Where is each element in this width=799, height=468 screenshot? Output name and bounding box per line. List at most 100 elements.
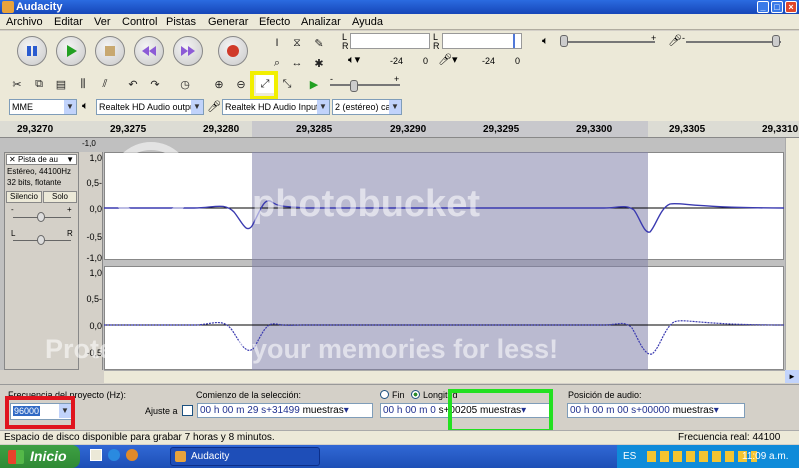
menu-ayuda[interactable]: Ayuda xyxy=(352,15,383,29)
menu-archivo[interactable]: Archivo xyxy=(6,15,43,29)
minimize-button[interactable]: _ xyxy=(757,1,769,13)
pan-right-label: R xyxy=(67,229,73,238)
ruler-tick: 29,3310 xyxy=(762,124,799,135)
sync-lock-icon[interactable]: ◷ xyxy=(176,75,194,93)
channels-dropdown[interactable]: 2 (estéreo) ca ▼ xyxy=(332,99,402,115)
menu-ver[interactable]: Ver xyxy=(94,15,111,29)
close-button[interactable]: × xyxy=(785,1,797,13)
ruler-tick: 29,3295 xyxy=(483,124,520,135)
start-label: Inicio xyxy=(30,448,67,464)
snap-to-checkbox[interactable] xyxy=(182,405,193,416)
waveform-path-left xyxy=(104,200,784,233)
output-device-dropdown[interactable]: Realtek HD Audio outpu ▼ xyxy=(96,99,204,115)
chevron-down-icon: ▼ xyxy=(64,100,76,114)
solo-button[interactable]: Solo xyxy=(43,191,77,203)
window-title: Audacity xyxy=(16,1,63,13)
skip-end-button[interactable] xyxy=(173,36,203,66)
timeline-ruler[interactable]: 29,3270 29,3275 29,3280 29,3285 29,3290 … xyxy=(0,121,799,138)
skip-start-icon xyxy=(142,46,156,56)
trim-icon[interactable]: ⫼ xyxy=(74,75,92,93)
browser-icon[interactable] xyxy=(108,449,120,461)
copy-icon[interactable]: ⧉ xyxy=(30,75,48,93)
menu-efecto[interactable]: Efecto xyxy=(259,15,290,29)
menu-generar[interactable]: Generar xyxy=(208,15,248,29)
play-button[interactable] xyxy=(56,36,86,66)
output-volume-thumb[interactable] xyxy=(560,35,568,47)
length-radio[interactable] xyxy=(411,390,420,399)
multi-tool-icon[interactable]: ✱ xyxy=(310,54,328,72)
selection-start-unit: muestras xyxy=(302,405,344,416)
record-meter[interactable] xyxy=(442,33,522,49)
axis-label: -0,5 xyxy=(86,348,102,358)
selection-tool-icon[interactable]: I xyxy=(268,34,286,52)
menu-control[interactable]: Control xyxy=(122,15,157,29)
pause-button[interactable] xyxy=(17,36,47,66)
track-bitdepth: 32 bits, flotante xyxy=(7,178,62,187)
taskbar-audacity-button[interactable]: Audacity xyxy=(170,447,320,466)
input-device-icon: 🎤︎ xyxy=(207,101,221,113)
play-speed-slider[interactable] xyxy=(330,84,400,86)
zoom-tool-icon[interactable]: ⌕ xyxy=(268,54,286,72)
audio-position-time[interactable]: 00 h 00 m 00 s+00000 muestras▾ xyxy=(567,403,745,418)
end-radio[interactable] xyxy=(380,390,389,399)
menu-editar[interactable]: Editar xyxy=(54,15,83,29)
record-scale-min: -24 xyxy=(482,56,496,66)
menu-analizar[interactable]: Analizar xyxy=(301,15,341,29)
audio-position-value: 00 h 00 m 00 s+00000 xyxy=(570,405,670,416)
menu-bar: Archivo Editar Ver Control Pistas Genera… xyxy=(0,14,799,30)
vertical-axis: 1,0 0,5- 0,0 -0,5 -1,0 1,0 0,5- 0,0 -0,5 xyxy=(79,152,103,370)
axis-label: -1,0 xyxy=(86,253,102,263)
start-button[interactable]: Inicio xyxy=(0,445,80,468)
selection-start-time[interactable]: 00 h 00 m 29 s+31499 muestras▾ xyxy=(197,403,373,418)
chevron-down-icon: ▼ xyxy=(191,100,203,114)
input-device-dropdown[interactable]: Realtek HD Audio Input ▼ xyxy=(222,99,330,115)
mute-button[interactable]: Silencio xyxy=(6,191,42,203)
input-volume-thumb[interactable] xyxy=(772,35,780,47)
highlight-zoom-fit xyxy=(250,71,278,100)
cut-icon[interactable]: ✂ xyxy=(8,75,26,93)
track-name-button[interactable]: ✕ Pista de au ▼ xyxy=(6,154,77,165)
envelope-tool-icon[interactable]: ⧖ xyxy=(288,34,306,52)
audio-position-label: Posición de audio: xyxy=(568,390,642,400)
axis-label: 0,0 xyxy=(89,321,102,331)
meter-right-label-2: R xyxy=(433,41,440,51)
pan-slider-thumb[interactable] xyxy=(37,235,45,245)
zoom-in-icon[interactable]: ⊕ xyxy=(210,75,228,93)
stop-button[interactable] xyxy=(95,36,125,66)
selection-toolbar: Frecuencia del proyecto (Hz): 96000 ▼ Com… xyxy=(0,384,799,430)
scroll-right-button[interactable]: ► xyxy=(785,370,799,383)
draw-tool-icon[interactable]: ✎ xyxy=(310,34,328,52)
input-volume-slider[interactable] xyxy=(686,41,781,43)
output-volume-slider[interactable] xyxy=(560,41,655,43)
horizontal-scrollbar[interactable] xyxy=(104,370,785,383)
timeshift-tool-icon[interactable]: ↔ xyxy=(288,54,306,72)
fit-project-icon[interactable]: ⤡ xyxy=(278,75,296,93)
end-radio-label: Fin xyxy=(392,390,405,400)
waveform-svg xyxy=(104,200,784,355)
playback-meter[interactable] xyxy=(350,33,430,49)
axis-label: -0,5 xyxy=(86,232,102,242)
tray-icons[interactable] xyxy=(647,451,757,462)
track-format: Estéreo, 44100Hz xyxy=(7,167,72,176)
play-speed-minus: - xyxy=(330,74,333,84)
ruler-tick: 29,3280 xyxy=(203,124,240,135)
record-scale-max: 0 xyxy=(515,56,521,66)
gain-slider-thumb[interactable] xyxy=(37,212,45,222)
record-button[interactable] xyxy=(218,36,248,66)
skip-start-button[interactable] xyxy=(134,36,164,66)
microphone-icon: 🎤︎▾ xyxy=(438,54,458,66)
menu-pistas[interactable]: Pistas xyxy=(166,15,196,29)
play-speed-thumb[interactable] xyxy=(350,80,358,92)
show-desktop-icon[interactable] xyxy=(90,449,102,461)
vertical-scrollbar[interactable] xyxy=(785,138,799,370)
paste-icon[interactable]: ▤ xyxy=(52,75,70,93)
host-dropdown[interactable]: MME ▼ xyxy=(9,99,77,115)
maximize-button[interactable]: □ xyxy=(771,1,783,13)
play-at-speed-icon[interactable]: ▶ xyxy=(305,75,323,93)
zoom-out-icon[interactable]: ⊖ xyxy=(232,75,250,93)
silence-icon[interactable]: ⫽ xyxy=(96,75,114,93)
redo-icon[interactable]: ↷ xyxy=(146,75,164,93)
language-indicator[interactable]: ES xyxy=(623,445,636,468)
media-icon[interactable] xyxy=(126,449,138,461)
undo-icon[interactable]: ↶ xyxy=(124,75,142,93)
